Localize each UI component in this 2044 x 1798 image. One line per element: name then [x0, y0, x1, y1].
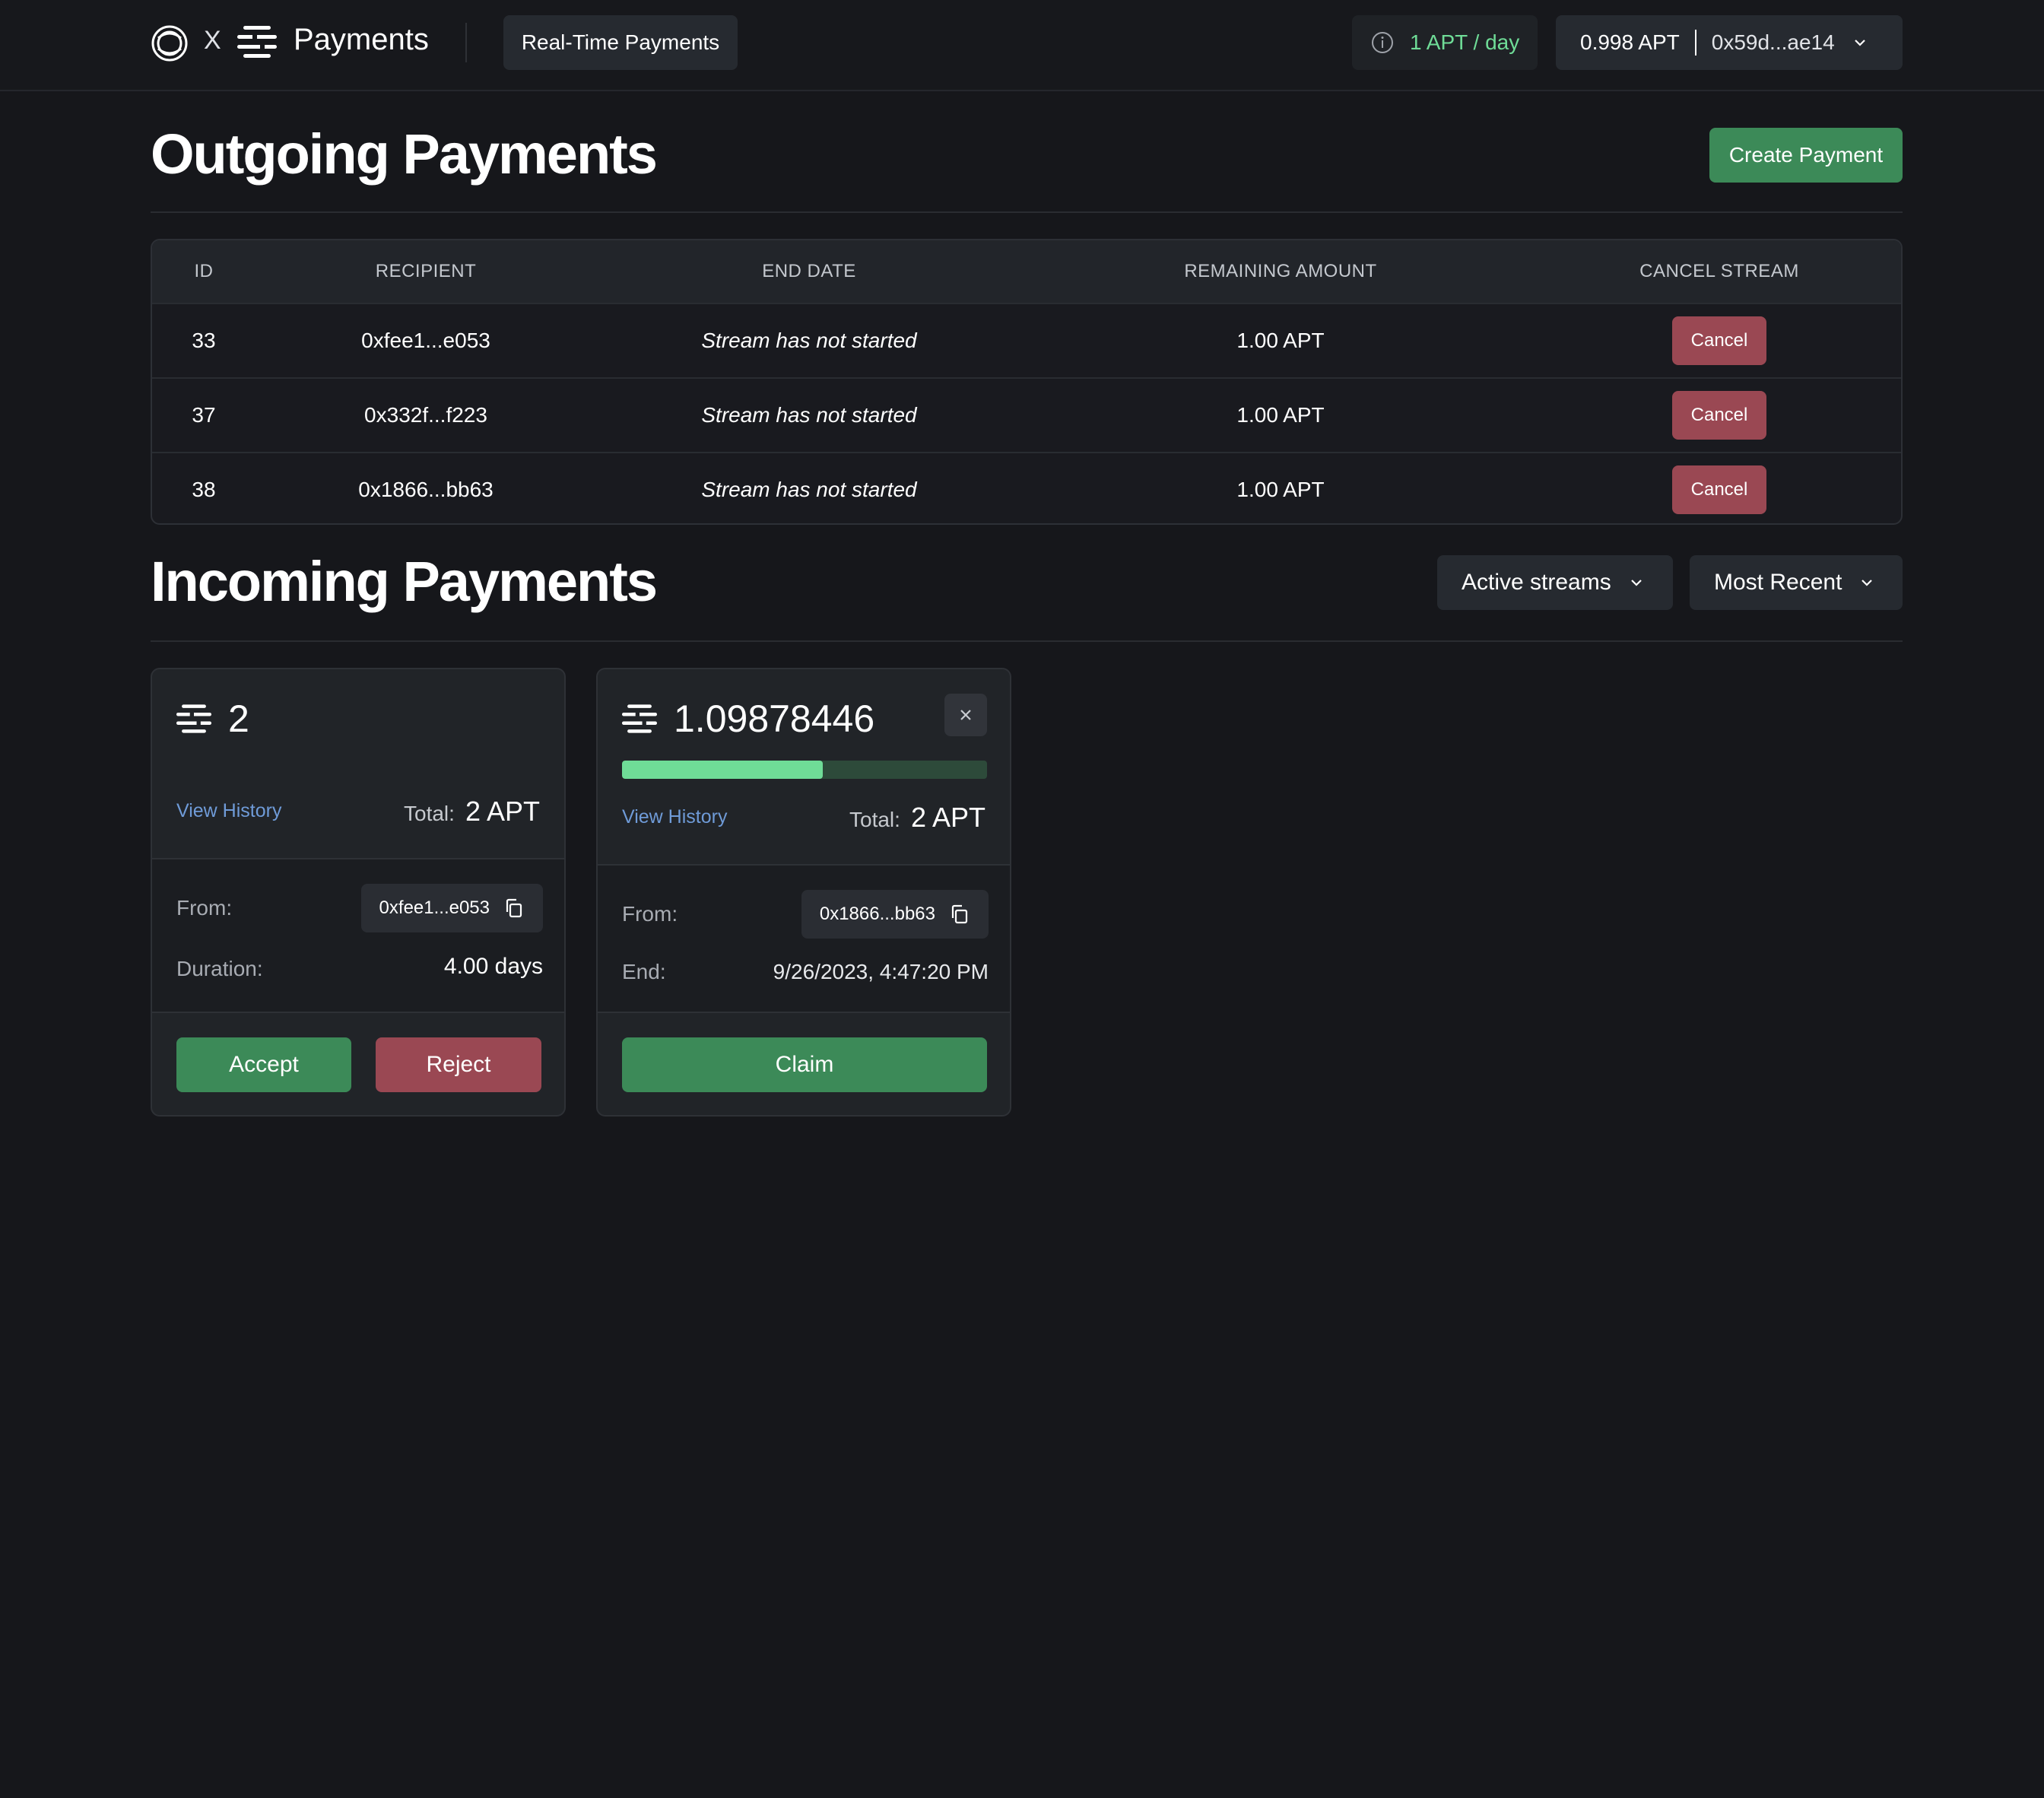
nav-divider [465, 23, 467, 62]
from-label: From: [176, 896, 233, 920]
row-end-date: Stream has not started [701, 478, 917, 501]
column-header-cancel-stream: CANCEL STREAM [1639, 261, 1799, 281]
cancel-stream-button[interactable]: Cancel [1672, 391, 1766, 440]
row-id: 38 [192, 478, 216, 501]
row-recipient: 0xfee1...e053 [361, 329, 490, 352]
card-amount-row: 1.09878446 [622, 697, 874, 741]
chevron-down-icon [1630, 580, 1642, 586]
aptos-logo-icon [176, 704, 211, 733]
total-label: Total: [849, 808, 900, 831]
close-icon [960, 710, 971, 720]
section-divider [151, 211, 1903, 213]
card-amount-row: 2 [176, 697, 249, 741]
wallet-address: 0x59d...ae14 [1711, 30, 1835, 54]
outgoing-payments-table: ID RECIPIENT END DATE REMAINING AMOUNT C… [151, 239, 1903, 525]
row-cancel-cell: Cancel [1539, 316, 1900, 365]
card-amount: 2 [228, 697, 249, 740]
stream-progress-fill [622, 761, 823, 779]
row-end-date: Stream has not started [701, 403, 917, 427]
aptos-logo-icon [237, 26, 277, 58]
total-value: 2 APT [465, 796, 540, 827]
cancel-stream-button[interactable]: Cancel [1672, 316, 1766, 365]
row-recipient: 0x1866...bb63 [358, 478, 494, 501]
stream-status-filter-label: Active streams [1462, 570, 1611, 595]
duration-value: 4.00 days [443, 954, 543, 979]
card-amount: 1.09878446 [674, 697, 875, 740]
row-id: 37 [192, 403, 216, 427]
claim-button[interactable]: Claim [622, 1037, 987, 1092]
card-total: Total: 2 APT [404, 796, 540, 828]
end-value: 9/26/2023, 4:47:20 PM [773, 960, 989, 983]
top-nav-bar: X Payments Real-Time Payments 1 APT / da… [0, 0, 2044, 91]
column-header-id: ID [194, 261, 214, 281]
chevron-down-icon [1862, 580, 1873, 586]
total-value: 2 APT [910, 802, 986, 833]
column-header-recipient: RECIPIENT [375, 261, 477, 281]
column-header-end-date: END DATE [762, 261, 856, 281]
row-cancel-cell: Cancel [1539, 465, 1900, 514]
from-address: 0xfee1...e053 [379, 897, 490, 918]
row-remaining-amount: 1.00 APT [1236, 329, 1325, 352]
rate-indicator[interactable]: 1 APT / day [1352, 15, 1538, 70]
incoming-payments-title: Incoming Payments [151, 550, 658, 613]
card-details: From: 0x1866...bb63 End: 9/26/2023, 4:47… [598, 864, 1010, 1013]
copy-icon[interactable] [503, 897, 525, 919]
card-total: Total: 2 APT [849, 802, 986, 834]
duration-label: Duration: [176, 957, 263, 980]
app-title: Payments [294, 23, 429, 56]
sort-order-filter-label: Most Recent [1714, 570, 1842, 595]
from-label: From: [622, 902, 678, 926]
copy-icon[interactable] [949, 904, 970, 925]
accept-button[interactable]: Accept [176, 1037, 351, 1092]
outgoing-payments-title: Outgoing Payments [151, 122, 658, 186]
wallet-balance: 0.998 APT [1580, 30, 1680, 54]
row-cancel-cell: Cancel [1539, 391, 1900, 440]
stream-progress-bar [622, 761, 987, 779]
chevron-down-icon [1854, 40, 1865, 46]
row-end-date: Stream has not started [701, 329, 917, 352]
reject-button[interactable]: Reject [376, 1037, 541, 1092]
from-address-chip[interactable]: 0x1866...bb63 [801, 890, 989, 939]
total-label: Total: [404, 802, 455, 825]
incoming-payment-card: 1.09878446 View History Total: 2 APT Fro… [596, 668, 1011, 1117]
close-button[interactable] [944, 694, 987, 736]
row-id: 33 [192, 329, 216, 352]
table-row: 37 0x332f...f223 Stream has not started … [152, 377, 1901, 452]
table-row: 33 0xfee1...e053 Stream has not started … [152, 303, 1901, 377]
stream-status-filter[interactable]: Active streams [1437, 555, 1673, 610]
section-divider [151, 640, 1903, 642]
create-payment-button[interactable]: Create Payment [1709, 128, 1903, 183]
from-address-chip[interactable]: 0xfee1...e053 [360, 884, 543, 932]
rate-text: 1 APT / day [1410, 30, 1520, 54]
sort-order-filter[interactable]: Most Recent [1690, 555, 1903, 610]
column-header-remaining-amount: REMAINING AMOUNT [1184, 261, 1377, 281]
petra-logo-icon[interactable] [151, 24, 189, 62]
info-icon [1372, 32, 1393, 53]
from-address: 0x1866...bb63 [819, 904, 935, 924]
table-header: ID RECIPIENT END DATE REMAINING AMOUNT C… [152, 240, 1901, 303]
end-label: End: [622, 960, 666, 983]
table-row: 38 0x1866...bb63 Stream has not started … [152, 452, 1901, 523]
view-history-link[interactable]: View History [176, 800, 281, 822]
row-remaining-amount: 1.00 APT [1236, 478, 1325, 501]
row-recipient: 0x332f...f223 [364, 403, 487, 427]
row-remaining-amount: 1.00 APT [1236, 403, 1325, 427]
brand-separator: X [204, 26, 221, 55]
cancel-stream-button[interactable]: Cancel [1672, 465, 1766, 514]
wallet-separator [1694, 30, 1696, 56]
view-history-link[interactable]: View History [622, 806, 727, 828]
aptos-logo-icon [622, 704, 657, 733]
incoming-payment-card: 2 View History Total: 2 APT From: 0xfee1… [151, 668, 566, 1117]
tab-real-time-payments[interactable]: Real-Time Payments [503, 15, 738, 70]
wallet-menu-button[interactable]: 0.998 APT 0x59d...ae14 [1556, 15, 1903, 70]
card-details: From: 0xfee1...e053 Duration: 4.00 days [152, 858, 564, 1013]
